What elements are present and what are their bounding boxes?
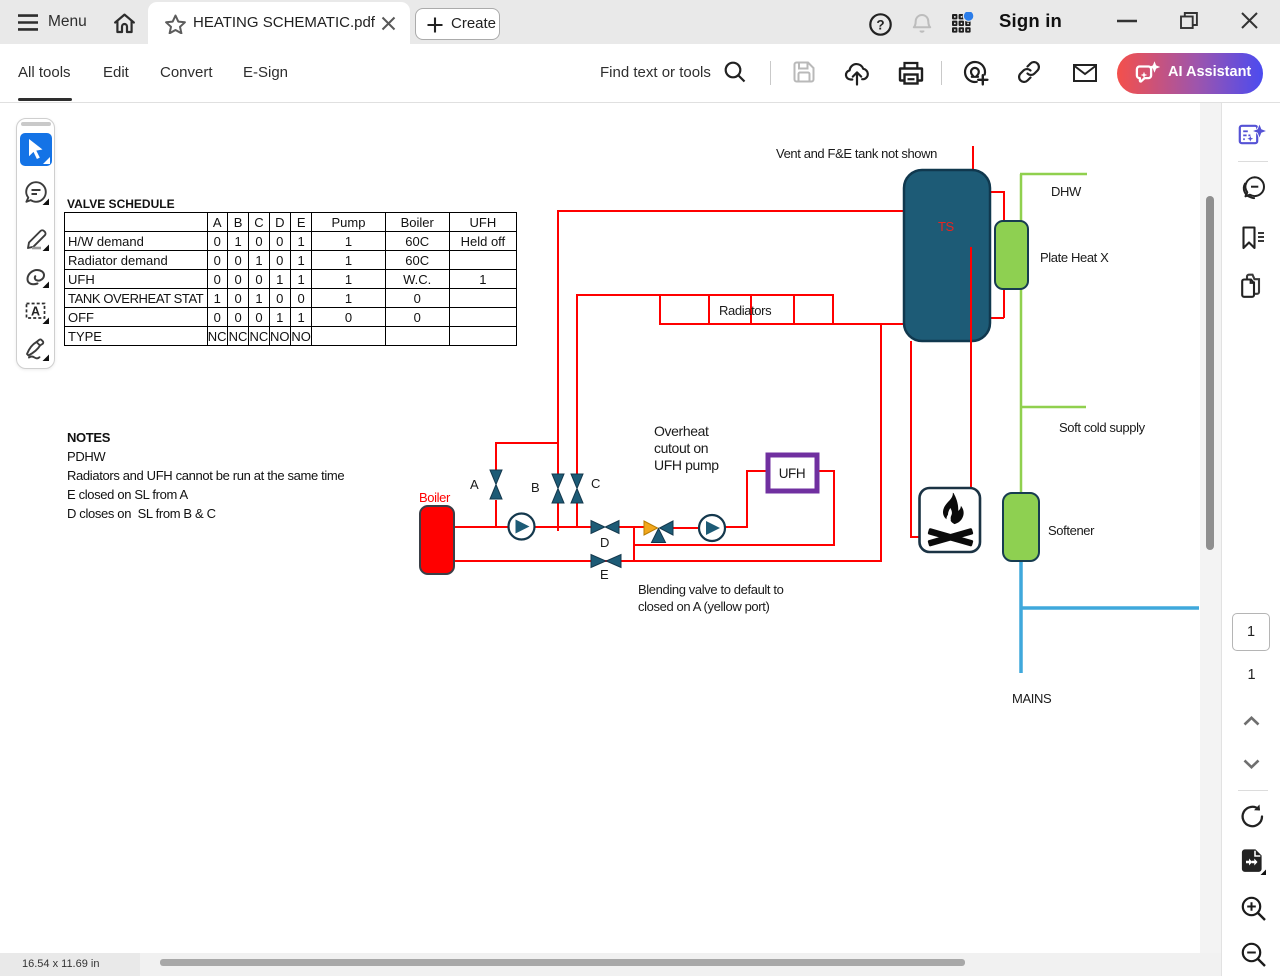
svg-text:Softener: Softener: [1048, 523, 1095, 538]
svg-text:DHW: DHW: [1051, 184, 1082, 199]
svg-text:B: B: [531, 480, 539, 495]
svg-text:closed on A (yellow port): closed on A (yellow port): [638, 599, 769, 614]
svg-text:Vent and F&E tank not shown: Vent and F&E tank not shown: [776, 146, 937, 161]
svg-text:Radiators: Radiators: [719, 303, 772, 318]
svg-text:TS: TS: [938, 219, 955, 234]
svg-text:?: ?: [876, 17, 884, 32]
svg-text:UFH pump: UFH pump: [654, 457, 719, 473]
svg-text:UFH: UFH: [779, 466, 806, 481]
svg-text:A: A: [470, 477, 479, 492]
svg-text:E: E: [600, 567, 609, 582]
svg-text:cutout on: cutout on: [654, 440, 708, 456]
svg-text:MAINS: MAINS: [1012, 691, 1052, 706]
svg-text:Blending valve to default to: Blending valve to default to: [638, 582, 784, 597]
svg-text:Plate Heat X: Plate Heat X: [1040, 250, 1109, 265]
svg-text:A: A: [31, 305, 40, 319]
svg-text:Soft cold supply: Soft cold supply: [1059, 420, 1146, 435]
svg-text:Overheat: Overheat: [654, 423, 709, 439]
svg-text:D: D: [600, 535, 609, 550]
svg-text:C: C: [591, 476, 600, 491]
svg-text:Boiler: Boiler: [419, 490, 451, 505]
